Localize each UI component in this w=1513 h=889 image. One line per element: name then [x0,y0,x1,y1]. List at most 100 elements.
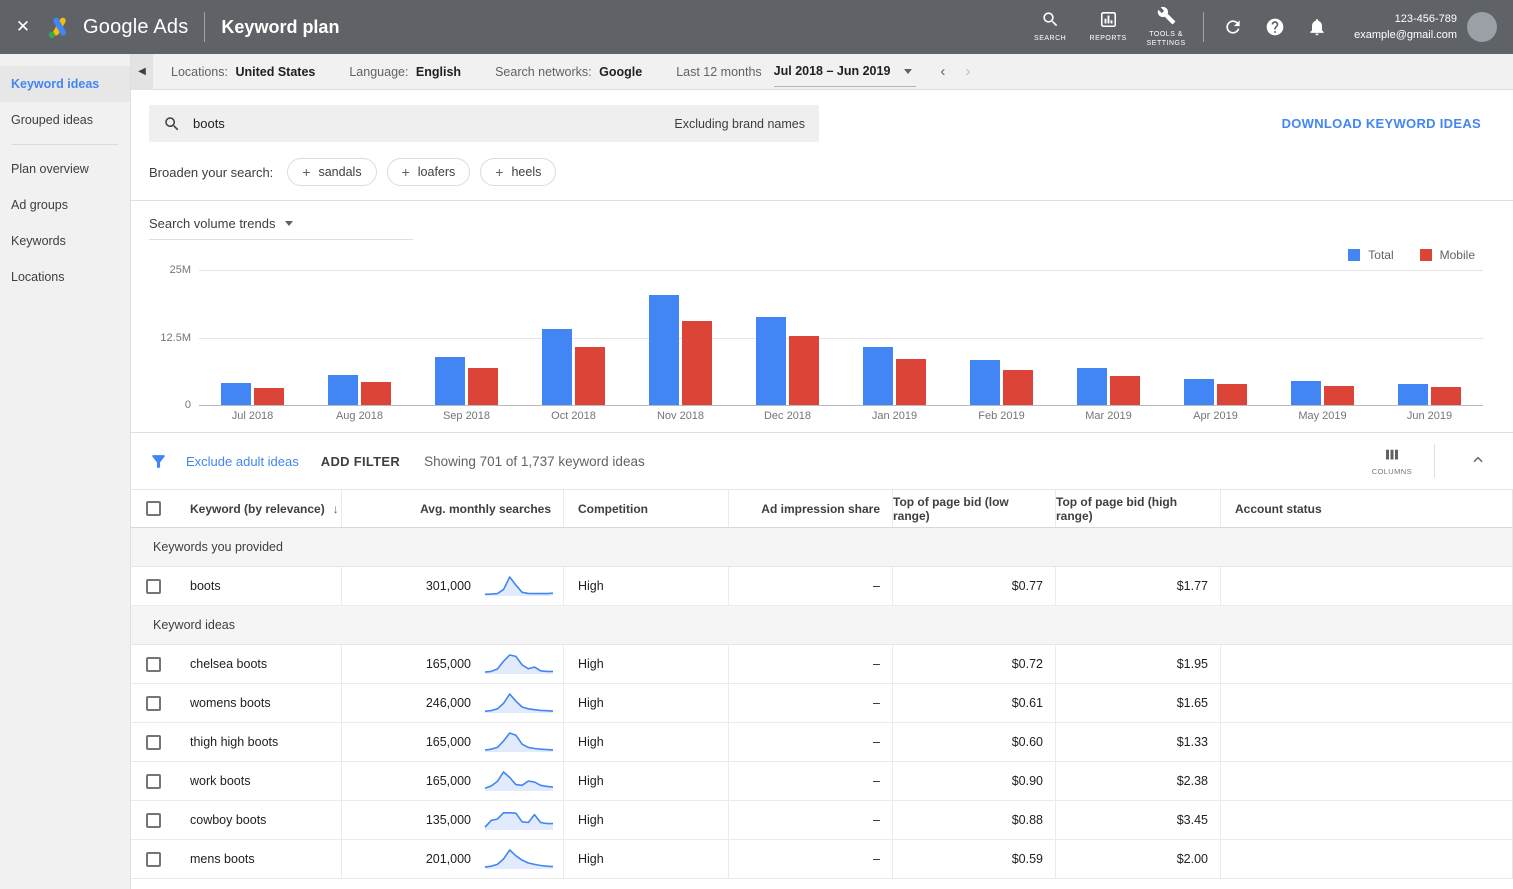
bar-mobile-dec-2018[interactable] [789,336,819,405]
keyword-cell[interactable]: chelsea boots [176,645,341,683]
x-axis-label-dec-2018: Dec 2018 [763,410,812,422]
chart-bar-group-jan-2019 [841,270,948,405]
bar-total-mar-2019[interactable] [1077,368,1107,405]
download-keyword-ideas-button[interactable]: DOWNLOAD KEYWORD IDEAS [1282,116,1481,131]
bar-total-dec-2018[interactable] [756,317,786,405]
keyword-cell[interactable]: work boots [176,762,341,800]
page-title: Keyword plan [221,16,340,37]
bar-total-oct-2018[interactable] [542,329,572,405]
filter-locations[interactable]: Locations: United States [171,65,315,79]
keyword-cell[interactable]: womens boots [176,684,341,722]
bar-mobile-apr-2019[interactable] [1217,384,1247,405]
collapse-panel-icon[interactable]: ◀ [131,54,153,90]
ad-impression-share-cell: – [728,762,892,800]
keyword-cell[interactable]: cowboy boots [176,801,341,839]
sidebar-item-ad-groups[interactable]: Ad groups [0,187,130,223]
header-account-status[interactable]: Account status [1220,490,1512,527]
bar-total-jun-2019[interactable] [1398,384,1428,405]
previous-period-icon[interactable]: ‹ [930,63,955,80]
broaden-chip-loafers[interactable]: + loafers [386,158,471,186]
bar-mobile-jan-2019[interactable] [896,359,926,405]
bar-total-apr-2019[interactable] [1184,379,1214,405]
filter-language[interactable]: Language: English [349,65,461,79]
x-axis-label-may-2019: May 2019 [1298,410,1347,422]
bid-low-cell: $0.72 [892,645,1055,683]
bar-total-jan-2019[interactable] [863,347,893,405]
account-email: example@gmail.com [1354,29,1457,41]
bid-low-cell: $0.88 [892,801,1055,839]
header-top-of-page-bid-low-range[interactable]: Top of page bid (low range) [892,490,1055,527]
bar-mobile-feb-2019[interactable] [1003,370,1033,405]
tools-settings-icon [1157,6,1176,28]
row-checkbox[interactable] [146,851,161,867]
exclude-adult-ideas-button[interactable]: Exclude adult ideas [186,454,299,469]
keyword-cell[interactable]: thigh high boots [176,723,341,761]
chart-bar-group-jul-2018 [199,270,306,405]
header-top-of-page-bid-high-range[interactable]: Top of page bid (high range) [1055,490,1220,527]
account-id: 123-456-789 [1394,12,1457,25]
topbar-tools-settings-button[interactable]: TOOLS & SETTINGS [1137,0,1195,54]
close-icon[interactable]: ✕ [0,0,46,54]
bar-mobile-aug-2018[interactable] [361,382,391,405]
x-axis-label-mar-2019: Mar 2019 [1085,410,1132,422]
bar-total-feb-2019[interactable] [970,360,1000,405]
google-ads-logo-icon [46,14,73,41]
search-trend-sparkline [483,806,555,835]
bar-total-nov-2018[interactable] [649,295,679,405]
columns-button[interactable]: COLUMNS [1372,446,1412,476]
sidebar-item-locations[interactable]: Locations [0,259,130,295]
keyword-cell[interactable]: boots [176,567,341,605]
select-all-checkbox[interactable] [146,501,161,516]
header-avg-monthly-searches[interactable]: Avg. monthly searches [341,490,563,527]
avatar[interactable] [1467,12,1497,42]
filter-search-networks[interactable]: Search networks: Google [495,65,642,79]
add-filter-button[interactable]: ADD FILTER [321,454,400,469]
sidebar-item-keyword-ideas[interactable]: Keyword ideas [0,66,130,102]
search-query-text: boots [193,116,225,131]
row-checkbox[interactable] [146,578,161,594]
header-label: Avg. monthly searches [420,501,551,516]
refresh-icon[interactable] [1212,0,1254,54]
search-trend-sparkline [483,767,555,796]
trends-metric-select[interactable]: Search volume trends [149,216,414,240]
topbar-search-button[interactable]: SEARCH [1021,0,1079,54]
row-checkbox[interactable] [146,812,161,828]
bar-mobile-jun-2019[interactable] [1431,387,1461,405]
header-keyword-by-relevance[interactable]: Keyword (by relevance) ↓ [176,490,341,527]
row-checkbox[interactable] [146,656,161,672]
bar-mobile-nov-2018[interactable] [682,321,712,405]
broaden-chip-sandals[interactable]: + sandals [287,158,377,186]
broaden-chip-heels[interactable]: + heels [480,158,557,186]
row-checkbox[interactable] [146,773,161,789]
sidebar-item-plan-overview[interactable]: Plan overview [0,151,130,187]
avg-monthly-searches-cell: 135,000 [341,801,563,839]
notifications-bell-icon[interactable] [1296,0,1338,54]
bar-mobile-mar-2019[interactable] [1110,376,1140,405]
topbar-reports-button[interactable]: REPORTS [1079,0,1137,54]
filter-funnel-icon[interactable] [149,452,168,471]
date-range-select[interactable]: Jul 2018 – Jun 2019 [773,56,917,87]
row-checkbox[interactable] [146,695,161,711]
next-period-icon[interactable]: › [955,63,980,80]
collapse-table-icon[interactable] [1457,447,1499,476]
bar-mobile-oct-2018[interactable] [575,347,605,405]
sidebar-item-grouped-ideas[interactable]: Grouped ideas [0,102,130,138]
competition-cell: High [563,840,728,878]
bar-total-may-2019[interactable] [1291,381,1321,405]
bar-total-sep-2018[interactable] [435,357,465,405]
header-competition[interactable]: Competition [563,490,728,527]
legend-item-mobile: Mobile [1419,248,1475,262]
bar-total-aug-2018[interactable] [328,375,358,405]
chart-y-tick-label: 25M [169,264,191,276]
avg-monthly-searches-value: 201,000 [425,852,471,866]
help-icon[interactable] [1254,0,1296,54]
bar-total-jul-2018[interactable] [221,383,251,405]
row-checkbox[interactable] [146,734,161,750]
bar-mobile-jul-2018[interactable] [254,388,284,405]
bar-mobile-may-2019[interactable] [1324,386,1354,405]
bar-mobile-sep-2018[interactable] [468,368,498,405]
keyword-cell[interactable]: mens boots [176,840,341,878]
header-ad-impression-share[interactable]: Ad impression share [728,490,892,527]
keyword-search-input[interactable]: boots Excluding brand names [149,105,819,142]
sidebar-item-keywords[interactable]: Keywords [0,223,130,259]
